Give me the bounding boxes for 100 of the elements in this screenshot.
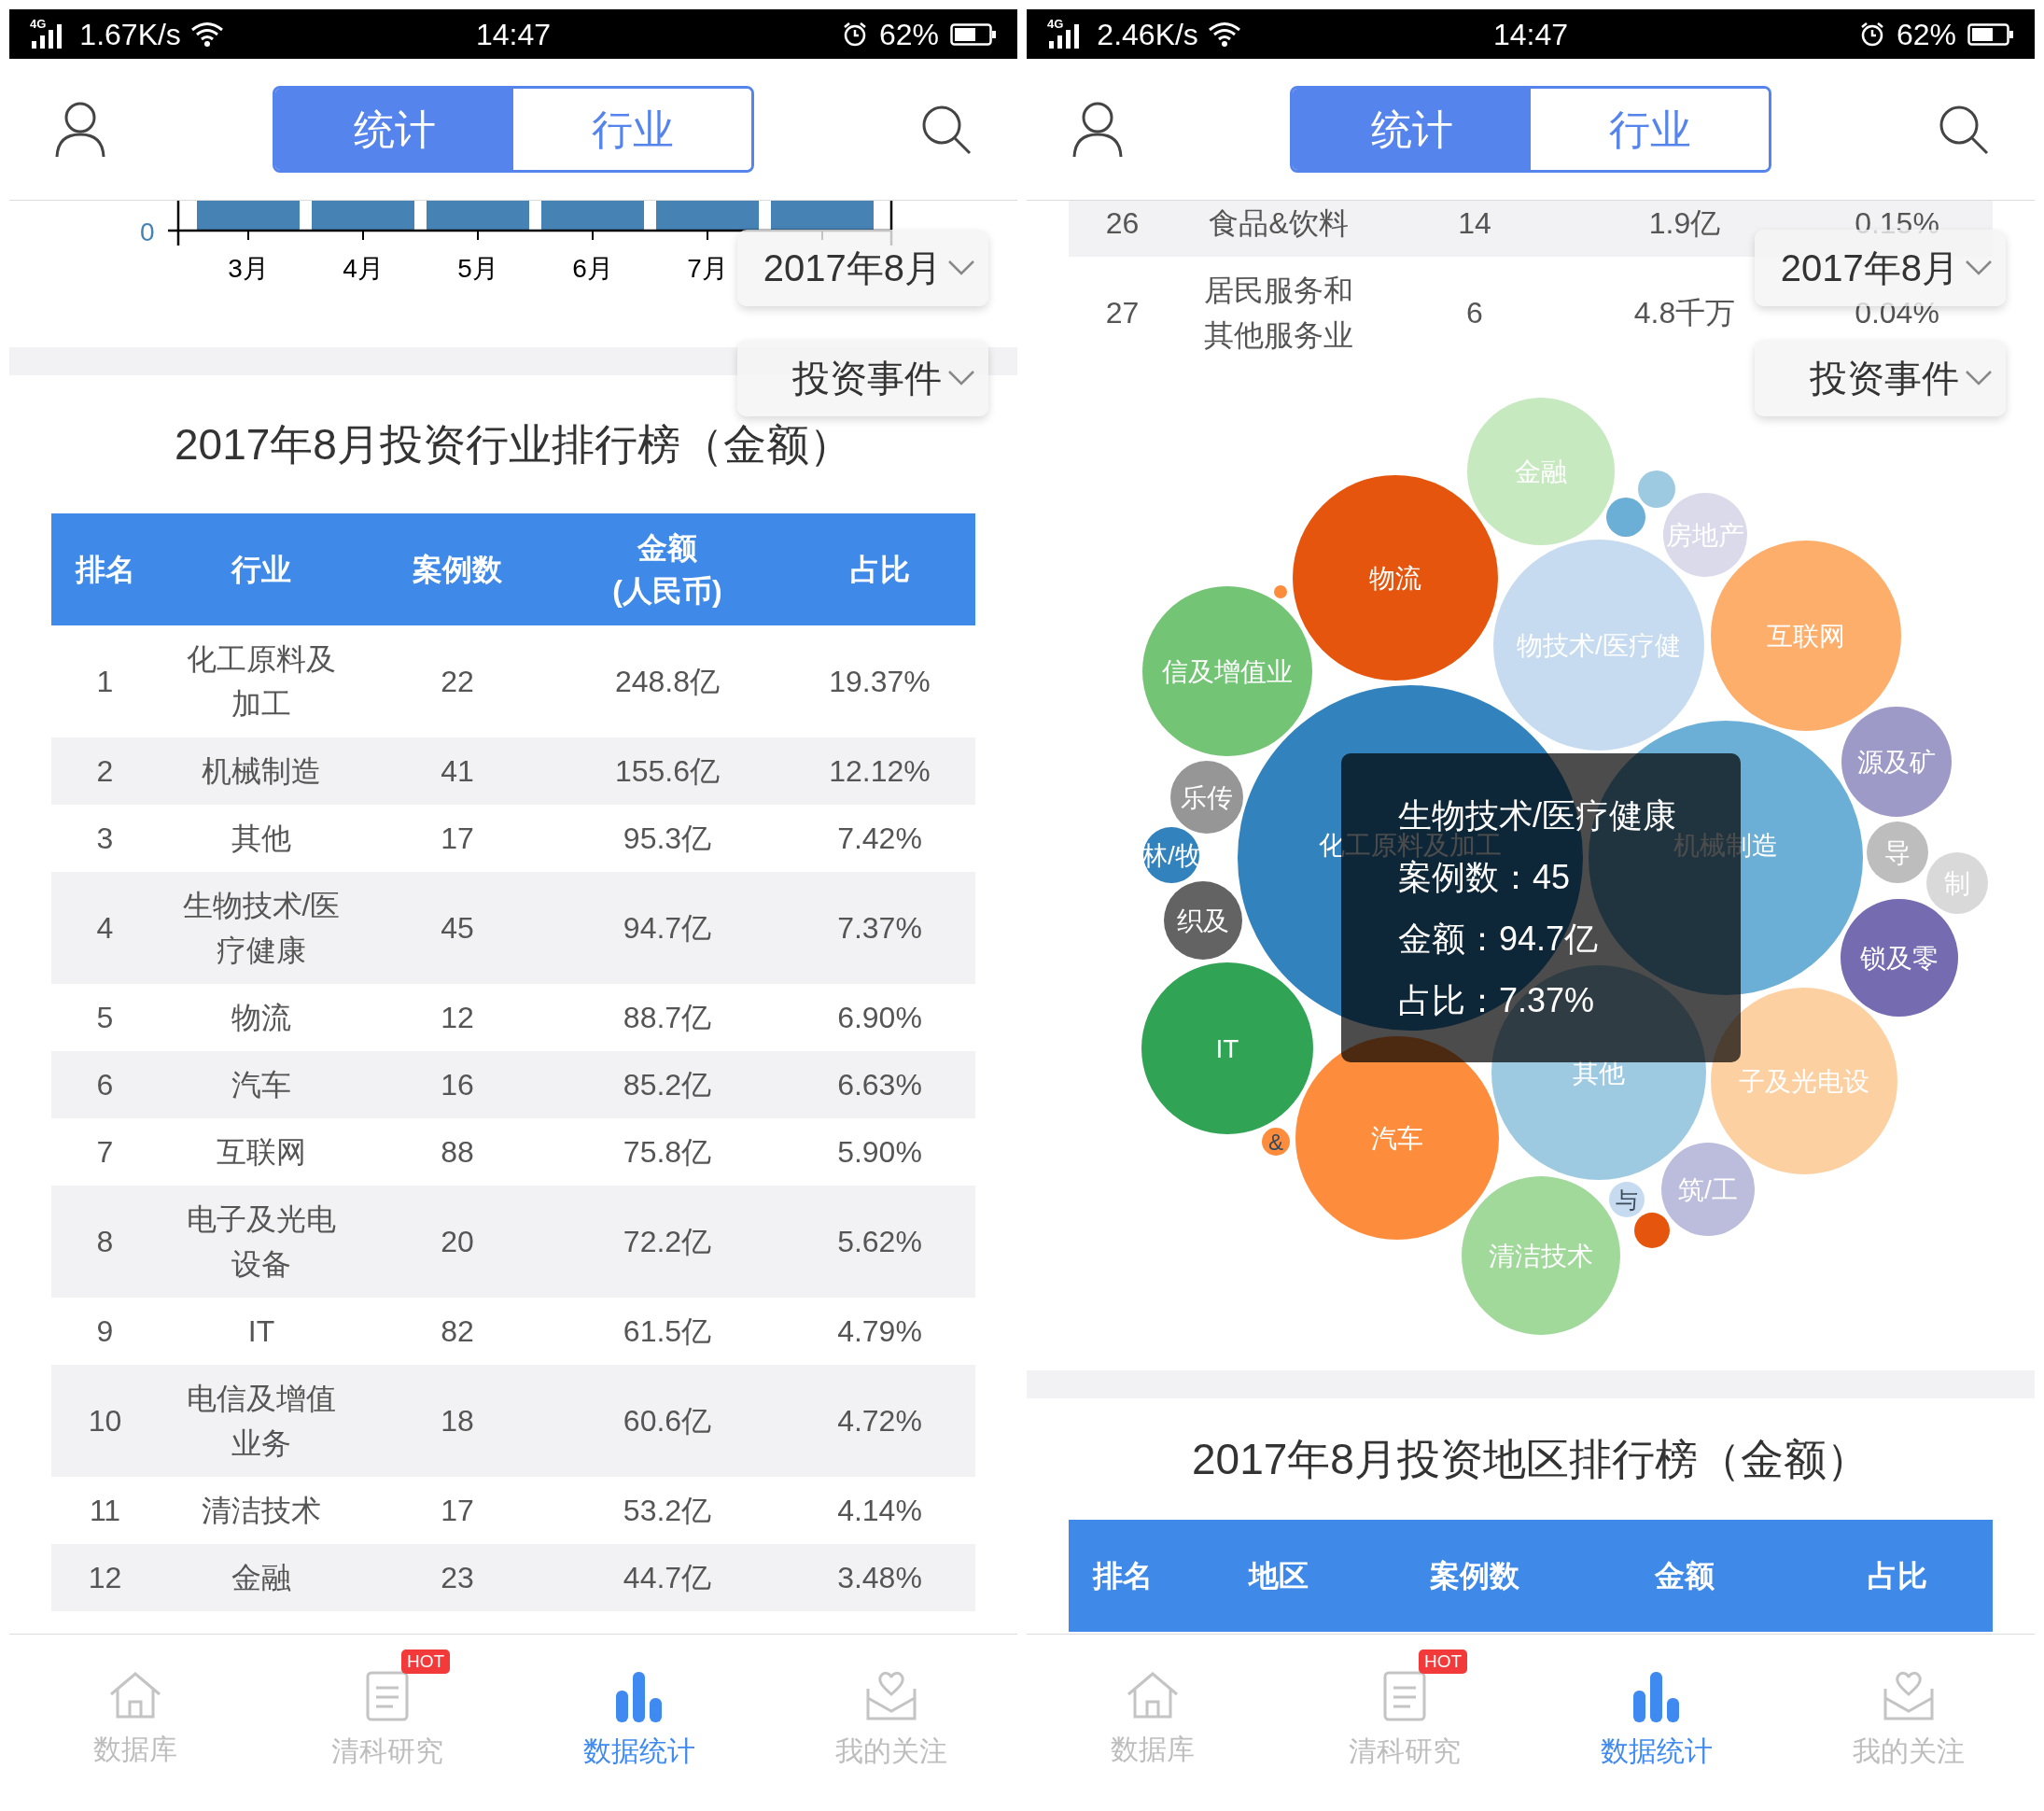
bar-chart-icon — [614, 1670, 665, 1722]
header-text: 金额 — [1655, 1558, 1715, 1594]
ranking-title: 2017年8月投资地区排行榜（金额） — [1192, 1433, 1869, 1485]
user-icon[interactable] — [54, 100, 106, 159]
network-type: 4G — [1047, 15, 1064, 33]
user-icon[interactable] — [1071, 100, 1124, 159]
chevron-down-icon — [947, 370, 975, 386]
wifi-icon — [1207, 21, 1241, 48]
clock-time: 14:47 — [1492, 16, 1569, 53]
table-cell-text: 8 — [96, 1224, 114, 1260]
filter-dropdown[interactable]: 2017年8月 — [1755, 230, 2006, 306]
bubble-label: 互联网 — [1767, 622, 1845, 652]
table-cell-text: 44.7亿 — [623, 1560, 712, 1596]
table-cell-text: 1.9亿 — [1648, 205, 1721, 242]
network-type: 4G — [30, 15, 47, 33]
table-cell-text: 82 — [441, 1313, 474, 1350]
bubble-label: 子及光电设 — [1739, 1067, 1869, 1097]
table-cell-text: 45 — [441, 910, 474, 947]
table-cell-text: 72.2亿 — [623, 1224, 712, 1260]
table-cell-text: 12.12% — [829, 753, 931, 790]
table-cell-text: 生物技术/医疗健康 — [181, 888, 342, 969]
nav-tab[interactable]: 数据统计 — [513, 1642, 765, 1772]
table-cell-text: 18 — [441, 1403, 474, 1439]
chevron-down-icon — [1965, 370, 1993, 386]
segment-tab[interactable]: 统计 — [1293, 89, 1531, 170]
bubble-label: 物技术/医疗健 — [1517, 631, 1681, 661]
bubble-label: IT — [1215, 1034, 1239, 1064]
chevron-down-icon — [947, 260, 975, 276]
nav-tab[interactable]: 我的关注 — [765, 1642, 1017, 1772]
table-cell-text: 27 — [1105, 295, 1140, 331]
table-cell-text: 3 — [96, 821, 114, 857]
month-label: 4月 — [343, 254, 384, 283]
nav-tab[interactable]: 数据库 — [1027, 1642, 1279, 1770]
heart-envelope-icon — [864, 1670, 918, 1722]
bubble-label: 与 — [1616, 1186, 1638, 1213]
table-cell-text: 155.6亿 — [614, 753, 721, 790]
bubble-label: 筑/工 — [1678, 1175, 1738, 1205]
table-cell-text: 电信及增值业务 — [186, 1381, 337, 1462]
nav-tab[interactable]: 数据库 — [9, 1642, 261, 1770]
table-cell-text: 居民服务和其他服务业 — [1203, 273, 1354, 354]
document-icon — [365, 1670, 410, 1722]
table-cell-text: 60.6亿 — [623, 1403, 712, 1439]
table-cell-text: 10 — [88, 1403, 122, 1439]
network-speed: 1.67K/s — [79, 16, 181, 53]
table-cell-text: 5.90% — [837, 1134, 922, 1171]
header-text: 占比 — [1867, 1558, 1927, 1594]
bubble-label: 导 — [1884, 838, 1911, 868]
table-cell-text: 4.72% — [837, 1403, 922, 1439]
header-text: 排名 — [75, 552, 135, 588]
table-cell-text: 9 — [96, 1313, 114, 1350]
tooltip-line: 金额：94.7亿 — [1398, 918, 1599, 960]
month-label: 7月 — [687, 254, 728, 283]
table-cell-text: 其他 — [231, 821, 291, 857]
table-cell-text: 22 — [441, 664, 474, 700]
network-speed: 2.46K/s — [1097, 16, 1198, 53]
bubble-label: 源及矿 — [1857, 748, 1936, 778]
table-cell-text: 88 — [441, 1134, 474, 1171]
bubble-label: 信及增值业 — [1162, 657, 1293, 687]
table-cell-text: 17 — [441, 821, 474, 857]
table-cell-text: 4.8千万 — [1633, 295, 1736, 331]
tooltip-line: 案例数：45 — [1398, 857, 1571, 898]
bar-chart-icon — [1631, 1670, 1682, 1722]
segment-tab[interactable]: 统计 — [275, 89, 513, 170]
table-cell-text: IT — [247, 1313, 275, 1350]
filter-dropdown[interactable]: 投资事件 — [1755, 340, 2006, 416]
nav-tab[interactable]: 我的关注 — [1783, 1642, 2035, 1772]
clock-time: 14:47 — [475, 16, 552, 53]
table-cell-text: 11 — [89, 1493, 121, 1529]
table-cell-text: 5.62% — [837, 1224, 922, 1260]
table-cell-text: 互联网 — [217, 1134, 306, 1171]
table-cell-text: 12 — [441, 1000, 474, 1036]
header-text: 行业 — [231, 552, 291, 588]
table-cell-text: 75.8亿 — [623, 1134, 712, 1171]
table-cell-text: 248.8亿 — [614, 664, 721, 700]
battery-icon — [1967, 21, 2014, 47]
table-cell-text: 41 — [441, 753, 474, 790]
hot-badge: HOT — [1419, 1650, 1468, 1674]
nav-tab[interactable]: 数据统计 — [1531, 1642, 1783, 1772]
filter-dropdown[interactable]: 2017年8月 — [737, 230, 988, 306]
table-cell-text: 53.2亿 — [623, 1493, 712, 1529]
bubble-label: 汽车 — [1371, 1124, 1423, 1154]
table-cell-text: 95.3亿 — [623, 821, 712, 857]
table-cell-text: 1 — [96, 664, 114, 700]
table-cell-text: 4.14% — [837, 1493, 922, 1529]
table-cell-text: 85.2亿 — [623, 1067, 712, 1103]
table-cell-text: 6 — [1466, 295, 1483, 331]
filter-dropdown[interactable]: 投资事件 — [737, 340, 988, 416]
header-text: 金额 — [637, 530, 697, 567]
table-cell-text: 3.48% — [837, 1560, 922, 1596]
battery-percent: 62% — [1896, 16, 1956, 53]
table-cell-text: 5 — [96, 1000, 114, 1036]
bubble-label: & — [1268, 1129, 1283, 1155]
table-cell-text: 7 — [96, 1134, 114, 1171]
document-icon — [1382, 1670, 1427, 1722]
bubble-label: 织及 — [1177, 906, 1229, 936]
table-cell-text: 14 — [1458, 205, 1491, 242]
table-cell-text: 4 — [96, 910, 114, 947]
header-text: 案例数 — [413, 552, 502, 588]
table-cell-text: 机械制造 — [202, 753, 321, 790]
table-cell-text: 6 — [96, 1067, 114, 1103]
